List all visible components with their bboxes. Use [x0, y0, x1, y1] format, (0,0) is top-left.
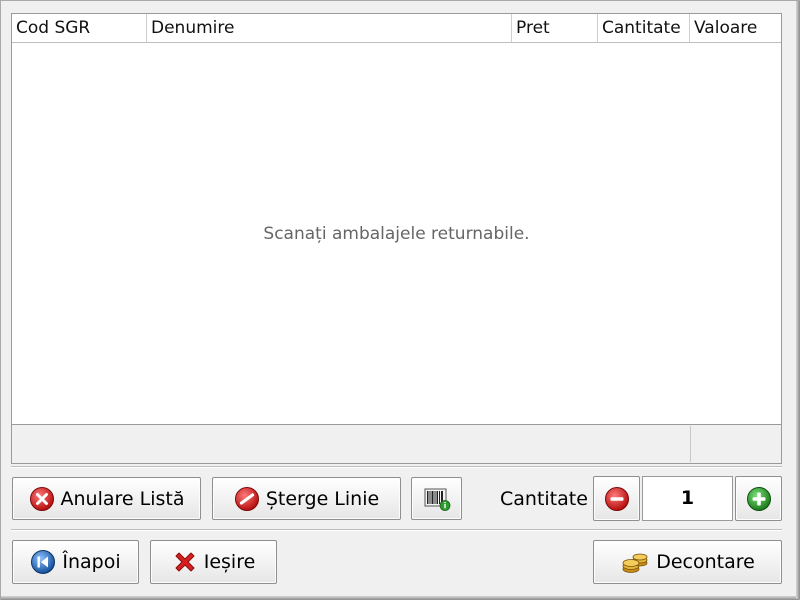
- table-header: Cod SGR Denumire Pret Cantitate Valoare: [12, 14, 781, 43]
- quantity-label: Cantitate: [500, 488, 588, 510]
- delete-line-label: Șterge Linie: [265, 487, 380, 510]
- no-entry-icon: [234, 486, 259, 511]
- quantity-field[interactable]: 1: [642, 476, 733, 521]
- coins-icon: [622, 553, 648, 573]
- separator-top: [11, 466, 782, 468]
- back-icon: [31, 550, 56, 574]
- settle-button[interactable]: Decontare: [593, 540, 782, 584]
- back-label: Înapoi: [62, 551, 121, 573]
- empty-table-message: Scanați ambalajele returnabile.: [263, 224, 530, 244]
- settle-label: Decontare: [656, 551, 755, 573]
- column-header-cantitate[interactable]: Cantitate: [598, 14, 690, 42]
- increase-quantity-button[interactable]: [735, 476, 782, 521]
- cancel-list-label: Anulare Listă: [60, 487, 185, 510]
- separator-bottom: [11, 529, 782, 531]
- barcode-info-icon: [424, 488, 450, 511]
- back-button[interactable]: Înapoi: [12, 540, 139, 584]
- cancel-icon: [29, 486, 54, 511]
- total-value-cell: [690, 426, 781, 462]
- plus-icon: [746, 486, 771, 511]
- minus-icon: [604, 486, 629, 511]
- column-header-pret[interactable]: Pret: [512, 14, 598, 42]
- exit-button[interactable]: Ieșire: [150, 540, 277, 584]
- items-table[interactable]: Cod SGR Denumire Pret Cantitate Valoare …: [11, 13, 782, 425]
- close-icon: [175, 552, 195, 572]
- exit-label: Ieșire: [203, 551, 256, 573]
- totals-bar: [11, 425, 782, 464]
- decrease-quantity-button[interactable]: [593, 476, 640, 521]
- barcode-info-button[interactable]: [411, 477, 462, 520]
- cancel-list-button[interactable]: Anulare Listă: [12, 477, 201, 520]
- column-header-valoare[interactable]: Valoare: [690, 14, 782, 42]
- column-header-cod-sgr[interactable]: Cod SGR: [12, 14, 147, 42]
- column-header-denumire[interactable]: Denumire: [147, 14, 512, 42]
- delete-line-button[interactable]: Șterge Linie: [212, 477, 401, 520]
